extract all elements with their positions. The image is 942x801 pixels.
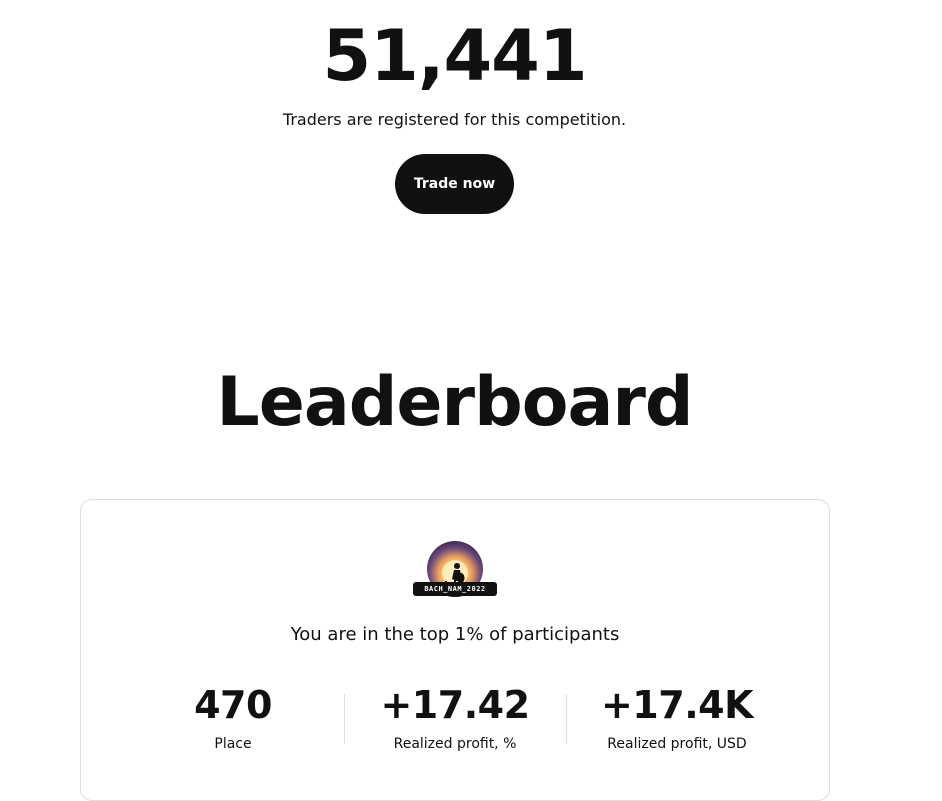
username-badge: BACH_NAM_2022 — [413, 582, 497, 596]
stat-realized-profit-usd: +17.4K Realized profit, USD — [585, 680, 769, 754]
registered-traders-count: 51,441 — [322, 15, 587, 97]
rank-percentile-text: You are in the top 1% of participants — [290, 624, 620, 645]
leaderboard-title: Leaderboard — [216, 363, 693, 442]
stat-realized-profit-percent: +17.42 Realized profit, % — [363, 680, 547, 754]
registered-traders-caption: Traders are registered for this competit… — [282, 110, 627, 129]
stat-profit-percent-label: Realized profit, % — [393, 736, 517, 752]
stat-place: 470 Place — [141, 680, 325, 754]
stat-profit-percent-value: +17.42 — [380, 683, 530, 727]
stat-profit-usd-value: +17.4K — [600, 683, 754, 727]
stat-place-value: 470 — [194, 683, 272, 727]
stat-profit-usd-label: Realized profit, USD — [607, 736, 747, 752]
trade-now-button[interactable]: Trade now — [395, 154, 514, 214]
user-leaderboard-card: BACH_NAM_2022 You are in the top 1% of p… — [80, 499, 830, 801]
stat-divider — [566, 694, 567, 744]
stat-divider — [344, 694, 345, 744]
stat-place-label: Place — [214, 736, 252, 752]
